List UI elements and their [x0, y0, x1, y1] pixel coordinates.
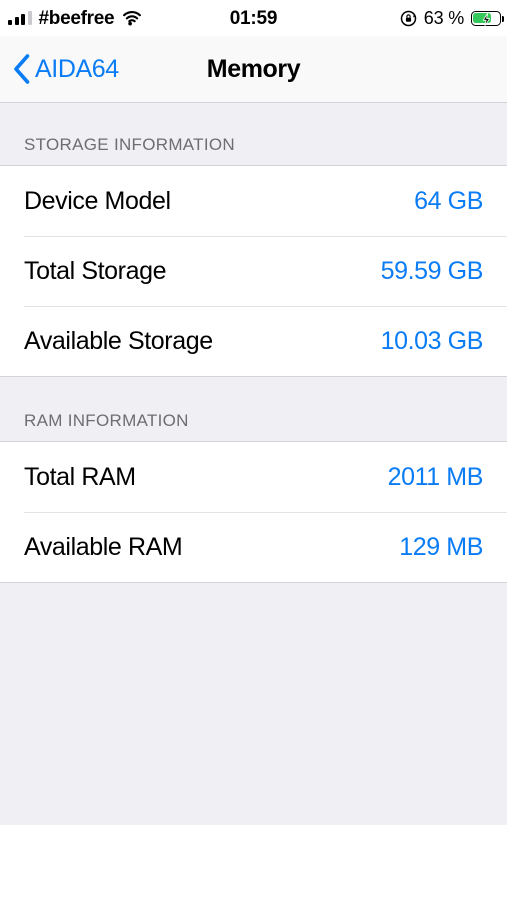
row-label: Total RAM: [24, 462, 136, 491]
section-header-ram-information: RAM INFORMATION: [0, 377, 507, 441]
row-label: Available RAM: [24, 532, 183, 561]
row-label: Device Model: [24, 186, 171, 215]
list-group-ram-information: Total RAM 2011 MB Available RAM 129 MB: [0, 441, 507, 583]
status-bar: #beefree 01:59 63 %: [0, 0, 507, 36]
row-value: 2011 MB: [387, 462, 484, 491]
table-row[interactable]: Total RAM 2011 MB: [0, 442, 507, 512]
list-group-storage-information: Device Model 64 GB Total Storage 59.59 G…: [0, 165, 507, 377]
row-value: 59.59 GB: [380, 256, 484, 285]
row-label: Total Storage: [24, 256, 167, 285]
table-row[interactable]: Device Model 64 GB: [0, 166, 507, 236]
row-value: 10.03 GB: [380, 326, 484, 355]
rotation-lock-icon: [400, 10, 417, 27]
navigation-bar: AIDA64 Memory: [0, 36, 507, 103]
status-bar-right: 63 %: [400, 0, 504, 36]
page-title: Memory: [206, 54, 301, 83]
bottom-safe-area: [0, 825, 507, 900]
settings-list[interactable]: STORAGE INFORMATION Device Model 64 GB T…: [0, 103, 507, 825]
row-label: Available Storage: [24, 326, 213, 355]
clock-label: 01:59: [229, 7, 278, 29]
battery-percentage-label: 63 %: [423, 8, 464, 28]
table-row[interactable]: Available RAM 129 MB: [0, 512, 507, 582]
row-value: 64 GB: [414, 186, 483, 215]
section-header-storage-information: STORAGE INFORMATION: [0, 103, 507, 165]
row-value: 129 MB: [399, 532, 483, 561]
battery-charging-icon: [471, 10, 504, 26]
app-screen: #beefree 01:59 63 % AIDA64 Memory STORAG…: [0, 0, 507, 900]
table-row[interactable]: Total Storage 59.59 GB: [0, 236, 507, 306]
table-row[interactable]: Available Storage 10.03 GB: [0, 306, 507, 376]
